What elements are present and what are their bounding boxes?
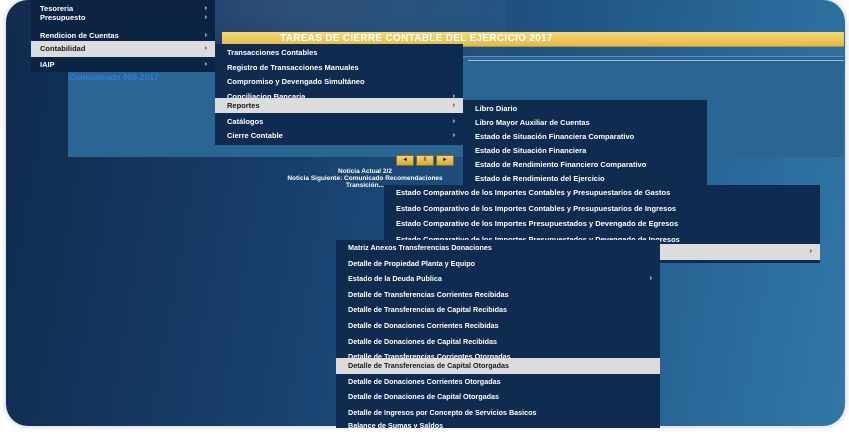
menu-item-deuda-publica[interactable]: Estado de la Deuda Publica ›	[336, 271, 660, 287]
news-siguiente: Noticia Siguiente: Comunicado Recomendac…	[287, 175, 443, 182]
menu-item-cierre-contable[interactable]: Cierre Contable ›	[215, 127, 463, 145]
menu-item-label: Detalle de Donaciones de Capital Recibid…	[348, 336, 497, 346]
chevron-right-icon: ›	[649, 275, 652, 283]
menu-item-contabilidad[interactable]: Contabilidad ›	[31, 41, 215, 57]
next-button[interactable]: ►	[436, 155, 454, 166]
menu-item-label: Estado de Situación Financiera Comparati…	[475, 132, 635, 141]
menu-item-label: Estado de la Deuda Publica	[348, 274, 442, 284]
menu-item-label: Detalle de Donaciones Corrientes Recibid…	[348, 321, 499, 330]
chevron-right-icon: ›	[204, 14, 207, 21]
menu-item-label: Registro de Transacciones Manuales	[227, 62, 359, 72]
menu-item-donac-corrientes-recibidas[interactable]: Detalle de Donaciones Corrientes Recibid…	[336, 318, 660, 334]
menu-item-propiedad-planta[interactable]: Detalle de Propiedad Planta y Equipo	[336, 256, 660, 272]
menu-item-transf-capital-otorgadas[interactable]: Detalle de Transferencias de Capital Oto…	[336, 358, 660, 374]
menu-item-label: IAIP	[40, 60, 55, 69]
menu-item-label: Detalle de Transferencias de Capital Oto…	[348, 361, 509, 370]
contabilidad-submenu: Transacciones Contables Registro de Tran…	[215, 44, 463, 145]
menu-item-transf-capital-recibidas[interactable]: Detalle de Transferencias de Capital Rec…	[336, 302, 660, 318]
main-menu: Tesoreria › Presupuesto › Rendicion de Cue…	[31, 0, 215, 72]
reportes-submenu: Libro Diario Libro Mayor Auxiliar de Cue…	[463, 100, 707, 190]
menu-item-reportes[interactable]: Reportes ›	[215, 98, 463, 113]
news-actual: Noticia Actual 2/2	[338, 168, 392, 175]
menu-item-label: Estado Comparativo de los Importes Conta…	[396, 188, 671, 197]
menu-item-devengado-egresos[interactable]: Estado Comparativo de los Importes Presu…	[384, 216, 820, 232]
menu-item-comparativo-ingresos[interactable]: Estado Comparativo de los Importes Conta…	[384, 201, 820, 217]
menu-item-balance-sumas-saldos[interactable]: Balance de Sumas y Saldos	[336, 418, 660, 434]
menu-item-label: Estado de Rendimiento Financiero Compara…	[475, 160, 647, 169]
menu-item-label: Estado Comparativo de los Importes Conta…	[396, 203, 677, 213]
chevron-right-icon: ›	[809, 248, 812, 255]
menu-item-donac-corrientes-otorgadas[interactable]: Detalle de Donaciones Corrientes Otorgad…	[336, 374, 660, 390]
menu-item-label: Rendicion de Cuentas	[40, 31, 119, 40]
menu-item-matriz-anexos[interactable]: Matriz Anexos Transferencias Donaciones	[336, 240, 660, 256]
menu-item-label: Contabilidad	[40, 44, 86, 53]
menu-item-donac-capital-otorgadas[interactable]: Detalle de Donaciones de Capital Otorgad…	[336, 389, 660, 405]
menu-item-label: Detalle de Donaciones de Capital Otorgad…	[348, 392, 499, 402]
menu-item-label: Estado de Situación Financiera	[475, 146, 587, 155]
menu-item-label: Matriz Anexos Transferencias Donaciones	[348, 243, 492, 252]
news-player-controls: ◄ II ►	[396, 155, 454, 166]
menu-item-label: Libro Mayor Auxiliar de Cuentas	[475, 118, 590, 127]
menu-item-label: Libro Diario	[475, 104, 518, 113]
menu-item-iaip[interactable]: IAIP ›	[31, 56, 215, 74]
menu-item-label: Estado Comparativo de los Importes Presu…	[396, 219, 679, 229]
menu-item-label: Reportes	[227, 101, 260, 110]
menu-item-label: Detalle de Propiedad Planta y Equipo	[348, 258, 476, 268]
menu-item-label: Presupuesto	[40, 13, 86, 22]
title-divider	[468, 60, 844, 61]
menu-item-label: Catálogos	[227, 117, 264, 126]
menu-item-label: Balance de Sumas y Saldos	[348, 421, 444, 430]
chevron-right-icon: ›	[452, 102, 455, 109]
menu-item-donac-capital-recibidas[interactable]: Detalle de Donaciones de Capital Recibid…	[336, 334, 660, 350]
page-title: TAREAS DE CIERRE CONTABLE DEL EJERCICIO …	[280, 33, 553, 44]
chevron-right-icon: ›	[452, 132, 455, 139]
menu-item-label: Detalle de Transferencias de Capital Rec…	[348, 305, 507, 315]
menu-item-label: Estado de Rendimiento del Ejercicio	[475, 174, 605, 183]
menu-item-comparativo-gastos[interactable]: Estado Comparativo de los Importes Conta…	[384, 185, 820, 201]
chevron-right-icon: ›	[204, 61, 207, 68]
menu-item-label: Detalle de Ingresos por Concepto de Serv…	[348, 407, 537, 417]
chevron-right-icon: ›	[204, 45, 207, 52]
anexos-submenu: Matriz Anexos Transferencias Donaciones …	[336, 240, 660, 430]
menu-item-label: Cierre Contable	[227, 131, 283, 140]
menu-item-label: Detalle de Transferencias Corrientes Rec…	[348, 289, 509, 299]
pause-button[interactable]: II	[416, 155, 434, 166]
prev-button[interactable]: ◄	[396, 155, 414, 166]
menu-item-label: Transacciones Contables	[227, 48, 318, 57]
menu-item-presupuesto[interactable]: Presupuesto ›	[31, 9, 215, 27]
menu-item-label: Compromiso y Devengado Simultáneo	[227, 77, 365, 86]
menu-item-transf-corrientes-recibidas[interactable]: Detalle de Transferencias Corrientes Rec…	[336, 287, 660, 303]
menu-item-label: Detalle de Donaciones Corrientes Otorgad…	[348, 376, 501, 386]
